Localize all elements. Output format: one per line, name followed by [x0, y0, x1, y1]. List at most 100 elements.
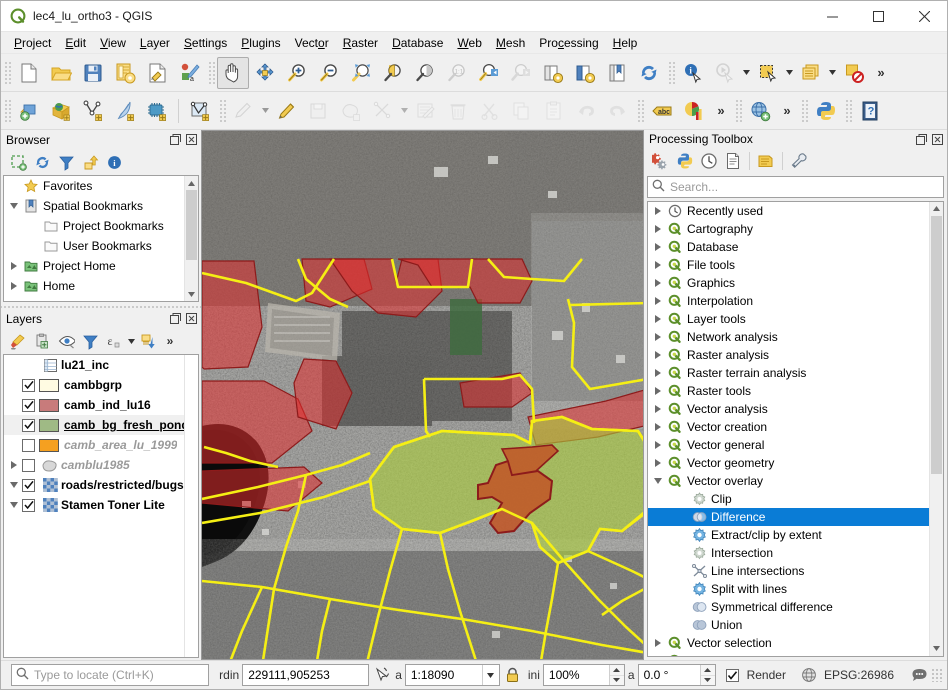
identify-features-button[interactable]: i	[677, 57, 709, 89]
add-vector-layer-button[interactable]	[45, 95, 77, 127]
expression-filter-button[interactable]: ε	[102, 330, 126, 352]
processing-item-vector-table[interactable]: Vector table	[648, 652, 929, 656]
layers-overflow-button[interactable]: »	[160, 330, 180, 352]
options-button[interactable]	[787, 150, 811, 172]
browser-scroll-thumb[interactable]	[186, 190, 197, 260]
chevron-down-icon[interactable]	[650, 477, 666, 484]
chevron-right-icon[interactable]	[6, 282, 22, 290]
browser-item-project-bookmarks[interactable]: Project Bookmarks	[4, 216, 184, 236]
layer-item-roads-restricted-bugsi[interactable]: roads/restricted/bugsi	[4, 475, 184, 495]
deselect-features-button[interactable]	[838, 57, 870, 89]
rotation-step-up[interactable]	[700, 665, 715, 676]
browser-float-button[interactable]	[168, 132, 183, 147]
toolbar-grip[interactable]	[218, 98, 226, 123]
menu-plugins[interactable]: Plugins	[234, 33, 287, 53]
chevron-right-icon[interactable]	[6, 461, 22, 469]
refresh-button[interactable]	[633, 57, 665, 89]
open-project-button[interactable]	[45, 57, 77, 89]
layer-item-camb-area-lu-1999[interactable]: camb_area_lu_1999	[4, 435, 184, 455]
browser-item-project-home[interactable]: Project Home	[4, 256, 184, 276]
processing-item-vector-overlay[interactable]: Vector overlay	[648, 472, 929, 490]
magnifier-step-down[interactable]	[609, 675, 624, 685]
processing-item-union[interactable]: Union	[648, 616, 929, 634]
menu-database[interactable]: Database	[385, 33, 450, 53]
chevron-right-icon[interactable]	[650, 278, 666, 287]
chevron-right-icon[interactable]	[650, 206, 666, 215]
toolbar-grip[interactable]	[800, 98, 808, 123]
toolbar-grip[interactable]	[667, 60, 675, 85]
processing-scroll-up[interactable]	[930, 201, 943, 216]
layer-item-camb-ind-lu16[interactable]: camb_ind_lu16	[4, 395, 184, 415]
current-edits-dropdown[interactable]	[260, 95, 271, 127]
label-toolbar-button[interactable]: abc	[646, 95, 678, 127]
processing-item-recently-used[interactable]: Recently used	[648, 202, 929, 220]
layer-item-camblu1985[interactable]: camblu1985	[4, 455, 184, 475]
menu-project[interactable]: Project	[7, 33, 58, 53]
delete-selected-button[interactable]	[442, 95, 474, 127]
toolbar-overflow-button-3[interactable]: »	[776, 95, 798, 127]
processing-item-vector-creation[interactable]: Vector creation	[648, 418, 929, 436]
toolbar-overflow-button[interactable]: »	[870, 57, 892, 89]
toggle-editing-button[interactable]	[271, 95, 303, 127]
message-bubble-icon[interactable]	[907, 665, 931, 685]
chevron-right-icon[interactable]	[650, 314, 666, 323]
copy-features-button[interactable]	[506, 95, 538, 127]
zoom-out-button[interactable]	[313, 57, 345, 89]
processing-close-button[interactable]	[930, 132, 945, 147]
layer-item-stamen-toner-lite[interactable]: Stamen Toner Lite	[4, 495, 184, 515]
layers-scrollbar[interactable]	[184, 355, 198, 657]
undo-button[interactable]	[570, 95, 602, 127]
processing-scroll-track[interactable]	[930, 215, 943, 642]
toolbar-grip[interactable]	[3, 98, 11, 123]
magnifier-stepper[interactable]	[608, 665, 624, 685]
browser-scroll-track[interactable]	[185, 190, 198, 287]
zoom-last-button[interactable]	[473, 57, 505, 89]
data-source-manager-button[interactable]: a	[173, 57, 205, 89]
expand-all-button[interactable]	[136, 330, 160, 352]
chevron-right-icon[interactable]	[650, 260, 666, 269]
scale-combo[interactable]: 1:18090	[404, 664, 500, 686]
chevron-right-icon[interactable]	[6, 262, 22, 270]
processing-item-vector-general[interactable]: Vector general	[648, 436, 929, 454]
help-button[interactable]: ?	[854, 95, 886, 127]
coordinate-field[interactable]: 229111,905253	[242, 664, 370, 686]
search-box[interactable]	[647, 175, 944, 198]
zoom-next-button[interactable]	[505, 57, 537, 89]
layers-close-button[interactable]	[184, 311, 199, 326]
search-input[interactable]	[665, 178, 939, 195]
menu-vector[interactable]: Vector	[288, 33, 336, 53]
add-spatialite-layer-button[interactable]	[109, 95, 141, 127]
toolbar-grip[interactable]	[636, 98, 644, 123]
render-checkbox[interactable]	[725, 668, 739, 682]
layer-visibility-checkbox[interactable]	[22, 458, 35, 472]
maximize-button[interactable]	[855, 1, 901, 32]
toolbar-grip[interactable]	[207, 60, 215, 85]
map-canvas[interactable]	[202, 131, 643, 659]
processing-item-interpolation[interactable]: Interpolation	[648, 292, 929, 310]
processing-scroll-thumb[interactable]	[931, 215, 942, 474]
pan-to-selection-button[interactable]	[249, 57, 281, 89]
layer-item-lu21-inc[interactable]: lu21_inc	[4, 355, 184, 375]
crs-value[interactable]: EPSG:26986	[824, 668, 894, 682]
cursor-toggle-icon[interactable]	[370, 665, 392, 685]
browser-scroll-down[interactable]	[185, 287, 198, 301]
processing-scroll-down[interactable]	[930, 641, 943, 656]
chevron-down-icon[interactable]	[6, 482, 22, 488]
collapse-all-browser-button[interactable]	[78, 151, 102, 173]
select-features-button[interactable]	[752, 57, 784, 89]
pan-map-button[interactable]	[217, 56, 249, 89]
chevron-right-icon[interactable]	[650, 332, 666, 341]
chevron-right-icon[interactable]	[650, 224, 666, 233]
menu-settings[interactable]: Settings	[177, 33, 234, 53]
chevron-down-icon[interactable]	[481, 665, 499, 685]
toolbar-grip[interactable]	[734, 98, 742, 123]
modify-attributes-button[interactable]	[410, 95, 442, 127]
select-features-dropdown[interactable]	[784, 57, 795, 89]
processing-item-extract-clip-by-extent[interactable]: Extract/clip by extent	[648, 526, 929, 544]
layers-tree[interactable]: lu21_inc cambbgrp camb_ind_lu16 camb_bg_fre…	[3, 354, 199, 658]
processing-item-database[interactable]: Database	[648, 238, 929, 256]
layers-float-button[interactable]	[168, 311, 183, 326]
python-console-button[interactable]	[810, 95, 842, 127]
chevron-right-icon[interactable]	[650, 440, 666, 449]
new-print-layout-button[interactable]	[109, 57, 141, 89]
